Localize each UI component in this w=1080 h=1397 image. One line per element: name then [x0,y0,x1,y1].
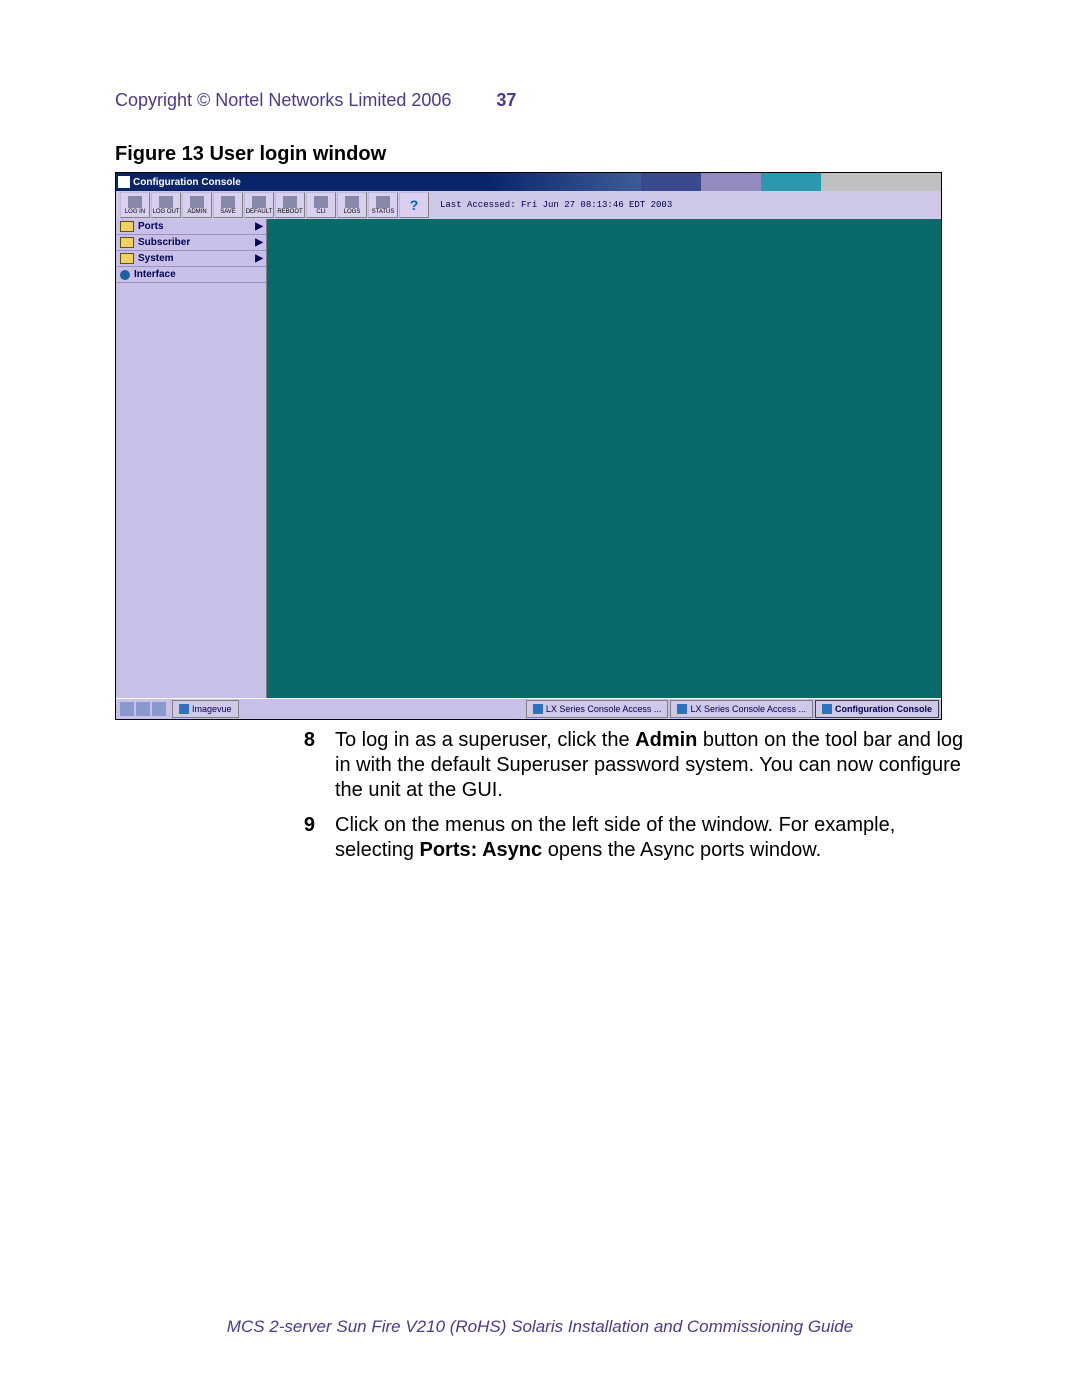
quick-launch [120,702,166,716]
instruction-steps: 8 To log in as a superuser, click the Ad… [115,728,965,863]
window-title: Configuration Console [133,177,241,188]
app-icon [179,704,189,714]
folder-icon [120,237,134,248]
screenshot-figure: Configuration Console LOG IN LOG OUT ADM… [115,172,942,720]
app-icon [677,704,687,714]
last-accessed-text: Last Accessed: Fri Jun 27 08:13:46 EDT 2… [440,200,672,210]
copyright-text: Copyright © Nortel Networks Limited 2006 [115,90,451,110]
step-body: To log in as a superuser, click the Admi… [335,728,965,803]
toolbar: LOG IN LOG OUT ADMIN SAVE DEFAULT REBOOT… [116,191,941,220]
quick-icon[interactable] [136,702,150,716]
toolbar-login-button[interactable]: LOG IN [120,192,150,218]
tree-item-ports[interactable]: Ports ▶ [116,219,266,235]
content-area [267,219,941,699]
toolbar-logout-button[interactable]: LOG OUT [151,192,181,218]
toolbar-help-button[interactable]: ? [399,192,429,218]
chevron-right-icon: ▶ [255,253,263,264]
chevron-right-icon: ▶ [255,237,263,248]
toolbar-save-button[interactable]: SAVE [213,192,243,218]
folder-icon [120,253,134,264]
taskbar: Imagevue LX Series Console Access ... LX… [116,698,941,719]
taskbar-item-active[interactable]: Configuration Console [815,700,939,718]
quick-icon[interactable] [152,702,166,716]
step-number: 9 [265,813,335,863]
app-icon [822,704,832,714]
taskbar-item[interactable]: LX Series Console Access ... [670,700,813,718]
toolbar-status-button[interactable]: STATUS [368,192,398,218]
step-8: 8 To log in as a superuser, click the Ad… [115,728,965,803]
quick-icon[interactable] [120,702,134,716]
figure-caption: Figure 13 User login window [115,143,965,166]
tree-item-interface[interactable]: Interface [116,267,266,283]
toolbar-reboot-button[interactable]: REBOOT [275,192,305,218]
tree-item-subscriber[interactable]: Subscriber ▶ [116,235,266,251]
step-number: 8 [265,728,335,803]
window-titlebar: Configuration Console [116,173,941,191]
folder-icon [120,221,134,232]
taskbar-imagevue[interactable]: Imagevue [172,700,239,718]
page-number: 37 [496,90,516,110]
titlebar-decoration [641,173,941,191]
chevron-right-icon: ▶ [255,221,263,232]
step-body: Click on the menus on the left side of t… [335,813,965,863]
toolbar-admin-button[interactable]: ADMIN [182,192,212,218]
page-footer: MCS 2-server Sun Fire V210 (RoHS) Solari… [0,1317,1080,1337]
globe-icon [120,270,130,280]
tree-item-system[interactable]: System ▶ [116,251,266,267]
nav-tree: Ports ▶ Subscriber ▶ System ▶ Interface [116,219,267,699]
app-icon [118,176,130,188]
page-header: Copyright © Nortel Networks Limited 2006… [115,90,965,111]
step-9: 9 Click on the menus on the left side of… [115,813,965,863]
toolbar-cli-button[interactable]: CLI [306,192,336,218]
toolbar-default-button[interactable]: DEFAULT [244,192,274,218]
app-icon [533,704,543,714]
taskbar-item[interactable]: LX Series Console Access ... [526,700,669,718]
toolbar-logs-button[interactable]: LOGS [337,192,367,218]
